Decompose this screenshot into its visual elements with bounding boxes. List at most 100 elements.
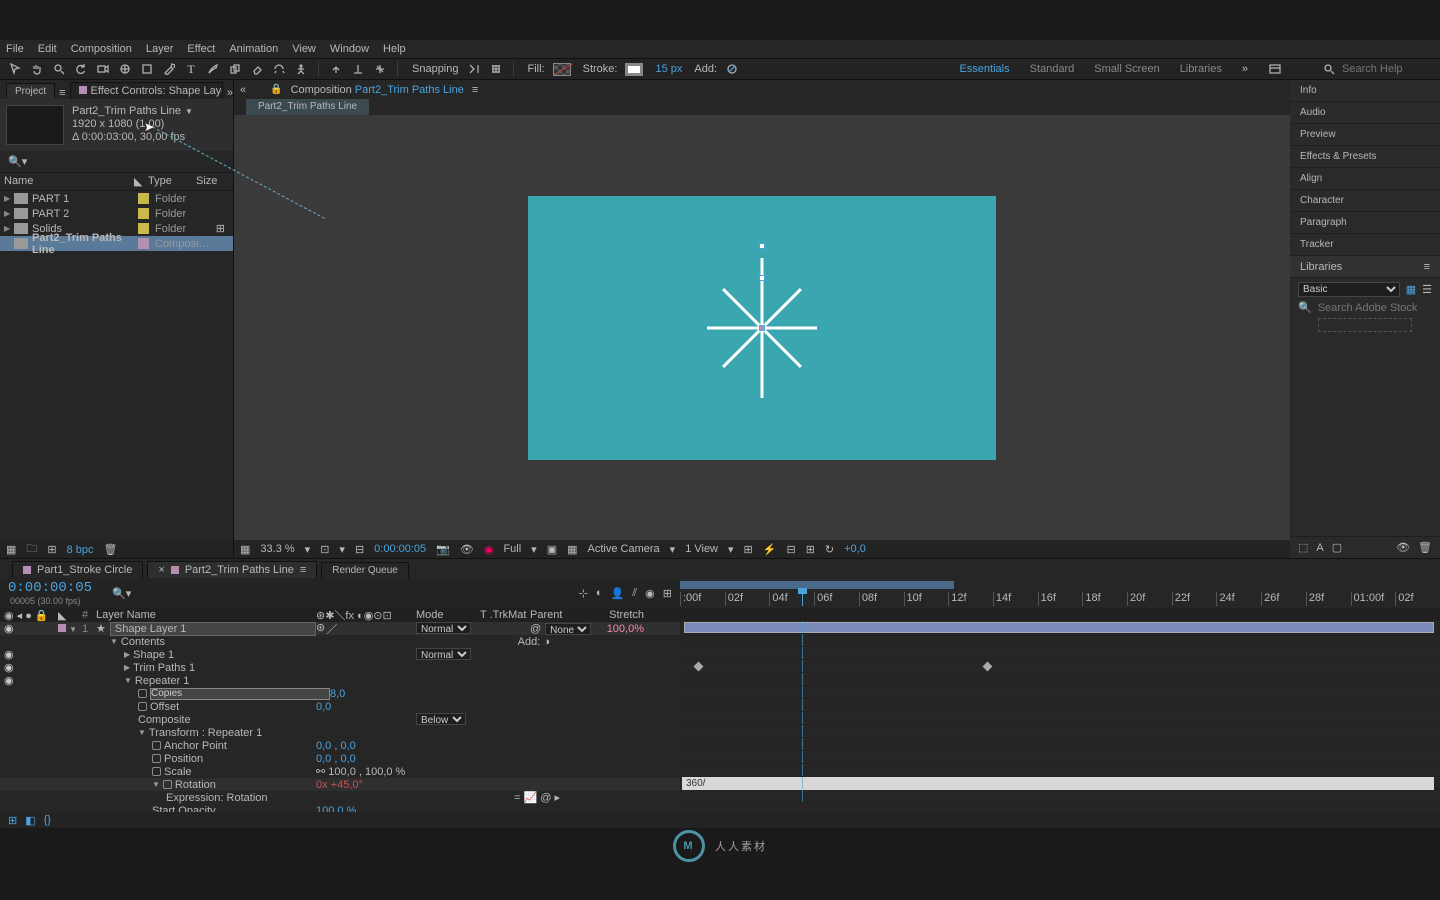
panel-overflow-icon[interactable]: » [227, 87, 233, 99]
keyframe-icon[interactable] [983, 662, 993, 672]
toggle-switches-icon[interactable]: ⊞ [8, 814, 17, 827]
link-icon[interactable]: ⚯ [316, 766, 325, 778]
zoom-tool-icon[interactable] [52, 62, 66, 76]
frame-blend-icon[interactable]: ⫽ [632, 587, 637, 600]
col-name[interactable]: Name [4, 175, 134, 188]
roi-icon[interactable]: ▣ [547, 543, 557, 556]
lib-add-icon[interactable]: ⬚ [1298, 541, 1308, 554]
comp-tab[interactable]: Composition Part2_Trim Paths Line [291, 84, 464, 96]
workspace-small-screen[interactable]: Small Screen [1094, 63, 1159, 75]
snapping-label[interactable]: Snapping [412, 63, 459, 75]
viewer[interactable] [234, 115, 1290, 540]
add-label[interactable]: Add: [694, 63, 717, 75]
property-row[interactable]: ▼ContentsAdd: ◑ [0, 635, 680, 648]
type-tool-icon[interactable]: T [184, 62, 198, 76]
property-row[interactable]: Scale⚯ 100,0 , 100,0 % [0, 765, 680, 778]
timeline-tab[interactable]: ×Part2_Trim Paths Line≡ [147, 561, 317, 578]
menu-file[interactable]: File [6, 43, 24, 55]
channel-icon[interactable]: ◉ [484, 543, 494, 556]
comp-canvas[interactable] [528, 196, 996, 460]
hand-tool-icon[interactable] [30, 62, 44, 76]
property-row[interactable]: ▼Transform : Repeater 1 [0, 726, 680, 739]
start-opacity-value[interactable]: 100,0 % [316, 805, 356, 813]
panel-tab-libraries[interactable]: Libraries≡ [1290, 256, 1440, 278]
layer-handle[interactable] [759, 243, 765, 249]
workspace-essentials[interactable]: Essentials [959, 63, 1009, 75]
property-row-copies[interactable]: 8,0 [0, 687, 680, 700]
fill-swatch[interactable] [553, 63, 571, 76]
breadcrumb[interactable]: Part2_Trim Paths Line [246, 99, 369, 115]
toggle-in-out-icon[interactable]: {} [44, 814, 51, 826]
shy-switch-icon[interactable]: ⊛ [316, 621, 325, 637]
copies-input[interactable] [150, 688, 330, 700]
project-search-icon[interactable]: 🔍▾ [8, 156, 27, 168]
world-axis-icon[interactable] [351, 62, 365, 76]
visibility-icon[interactable]: ◉ [4, 622, 15, 635]
property-row[interactable]: Offset0,0 [0, 700, 680, 713]
panel-tab-effects[interactable]: Effects & Presets [1290, 146, 1440, 168]
viewer-timecode[interactable]: 0:00:00:05 [374, 543, 426, 555]
menu-help[interactable]: Help [383, 43, 406, 55]
new-comp-icon[interactable]: ⊞ [47, 543, 56, 556]
comp-flyout-icon[interactable]: ▼ [185, 105, 193, 118]
stopwatch-icon[interactable] [138, 689, 147, 698]
workspace-reset-icon[interactable] [1268, 62, 1282, 76]
tab-project-menu-icon[interactable]: ≡ [59, 87, 65, 99]
library-search-input[interactable] [1318, 302, 1440, 314]
zoom-dropdown[interactable]: 33.3 % [260, 543, 294, 555]
stretch-value[interactable]: 100,0% [600, 623, 650, 635]
layer-anchor[interactable] [759, 325, 765, 331]
toggle-modes-icon[interactable]: ◧ [25, 814, 35, 827]
brush-tool-icon[interactable] [206, 62, 220, 76]
timeline-tab[interactable]: Part1_Stroke Circle [12, 561, 143, 578]
stopwatch-icon[interactable] [138, 702, 147, 711]
menu-layer[interactable]: Layer [146, 43, 174, 55]
workspace-overflow-icon[interactable]: » [1242, 63, 1248, 75]
lib-rect-icon[interactable]: ▢ [1332, 541, 1342, 554]
property-row[interactable]: CompositeBelow [0, 713, 680, 726]
scale-value[interactable]: ⚯ 100,0 , 100,0 % [316, 765, 405, 778]
expr-lang-icon[interactable]: ▸ [554, 792, 560, 804]
show-snapshot-icon[interactable]: 👁 [460, 543, 474, 556]
layer-bar[interactable] [684, 622, 1434, 633]
lib-trash-icon[interactable]: 🗑 [1418, 541, 1432, 554]
menu-composition[interactable]: Composition [71, 43, 132, 55]
tab-menu-icon[interactable]: ≡ [300, 564, 306, 576]
layer-name[interactable]: Shape Layer 1 [110, 622, 316, 636]
tab-project[interactable]: Project [6, 83, 55, 99]
exposure-value[interactable]: +0,0 [844, 543, 866, 555]
add-shape-icon[interactable] [725, 62, 739, 76]
new-folder-icon[interactable]: 🗀 [26, 540, 37, 559]
project-list[interactable]: ▶PART 1Folder ▶PART 2Folder ▶SolidsFolde… [0, 191, 233, 541]
interpret-icon[interactable]: ▦ [6, 543, 16, 556]
menu-animation[interactable]: Animation [229, 43, 278, 55]
tab-menu-icon[interactable]: ≡ [472, 84, 478, 96]
copies-value[interactable]: 8,0 [330, 688, 345, 700]
snapshot-icon[interactable]: 📷 [436, 543, 450, 556]
layer-row[interactable]: ◉ ▼ 1 ★Shape Layer 1 ⊛ ／ Normal @None 10… [0, 622, 680, 635]
snap-grid-icon[interactable] [489, 62, 503, 76]
property-row[interactable]: Anchor Point0,0 , 0,0 [0, 739, 680, 752]
rect-tool-icon[interactable] [140, 62, 154, 76]
trash-icon[interactable]: 🗑 [104, 543, 118, 556]
col-label-icon[interactable]: ◣ [134, 175, 148, 188]
eraser-tool-icon[interactable] [250, 62, 264, 76]
library-dropdown[interactable]: Basic [1298, 282, 1400, 297]
stopwatch-icon[interactable] [152, 754, 161, 763]
property-row[interactable]: ◉▼Repeater 1 [0, 674, 680, 687]
menu-effect[interactable]: Effect [187, 43, 215, 55]
property-row[interactable]: ◉▶Trim Paths 1 [0, 661, 680, 674]
hide-shy-icon[interactable]: 👤 [611, 587, 625, 600]
panel-tab-audio[interactable]: Audio [1290, 102, 1440, 124]
fill-label[interactable]: Fill: [528, 63, 545, 75]
expression-row[interactable]: Expression: Rotation= 📈 @ ▸ [0, 791, 680, 804]
stopwatch-icon[interactable] [152, 741, 161, 750]
resolution-dropdown[interactable]: Full [503, 543, 521, 555]
anchor-value[interactable]: 0,0 , 0,0 [316, 740, 356, 752]
camera-tool-icon[interactable] [96, 62, 110, 76]
pan-behind-tool-icon[interactable] [118, 62, 132, 76]
library-dropzone[interactable] [1318, 318, 1412, 332]
flowchart-icon[interactable]: ⊞ [216, 222, 229, 235]
lib-list-icon[interactable]: ☰ [1422, 283, 1432, 296]
panel-overflow-left-icon[interactable]: « [240, 84, 246, 96]
